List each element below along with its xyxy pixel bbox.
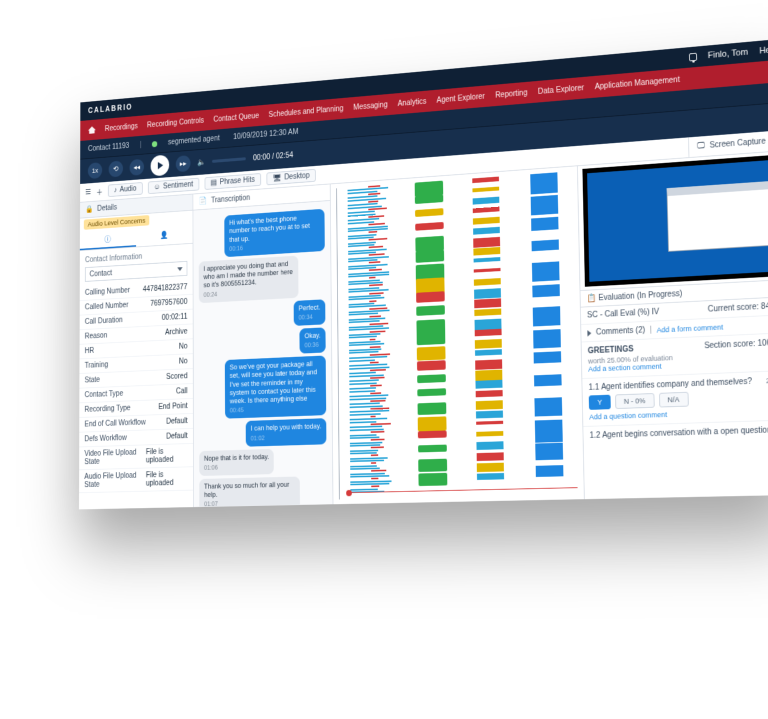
time-ruler (336, 188, 347, 500)
answer-no[interactable]: N - 0% (615, 393, 654, 409)
chevron-right-icon (587, 330, 591, 337)
detail-row: Audio File Upload StateFile is uploaded (79, 467, 193, 493)
message-cust[interactable]: Nope that is it for today.01:06 (199, 447, 326, 476)
message-cust[interactable]: Thank you so much for all your help.01:0… (199, 476, 327, 507)
presence-icon (152, 141, 157, 147)
answer-yes[interactable]: Y (589, 395, 611, 410)
evaluation-current-score: Current score: 84.56% (708, 301, 768, 314)
volume-slider[interactable] (212, 157, 246, 163)
tab-phrase-hits[interactable]: ▤ Phrase Hits (204, 173, 261, 190)
play-button[interactable] (151, 155, 170, 177)
main-area: 🔒 Details Audio Level Concerns ⓘ 👤 Conta… (79, 151, 768, 510)
nav-analytics[interactable]: Analytics (398, 97, 427, 108)
message-agent[interactable]: Hi what's the best phone number to reach… (199, 209, 325, 259)
nav-reporting[interactable]: Reporting (495, 88, 527, 99)
evaluation-form-name: SC - Call Eval (%) IV (587, 308, 659, 320)
rewind-button[interactable]: ◂◂ (130, 159, 144, 176)
lock-icon: 🔒 (85, 205, 93, 214)
panel-title-details: Details (97, 204, 117, 213)
clipboard-icon: 📋 (587, 294, 597, 303)
tab-sentiment[interactable]: ☺ Sentiment (148, 178, 199, 194)
lane-desktop (517, 171, 578, 495)
nav-data-explorer[interactable]: Data Explorer (538, 83, 584, 95)
nav-application-mgmt[interactable]: Application Management (595, 75, 680, 91)
details-sidebar: 🔒 Details Audio Level Concerns ⓘ 👤 Conta… (79, 194, 194, 509)
screen-capture-panel (578, 151, 768, 291)
forward-button[interactable]: ▸▸ (176, 155, 191, 172)
contact-date: 10/09/2019 12:30 AM (233, 128, 298, 142)
panel-title-transcription: Transcription (211, 194, 250, 205)
contact-id: Contact 11193 (88, 142, 129, 153)
agent-name[interactable]: segmented agent (168, 134, 220, 146)
hamburger-icon[interactable]: ☰ (85, 188, 91, 196)
lane-phrase-hits (459, 176, 518, 497)
add-form-comment[interactable]: Add a form comment (657, 323, 724, 334)
interaction-timeline[interactable] (331, 166, 585, 504)
brand-logo: CALABRIO (88, 103, 133, 115)
lane-audio-waveform (347, 184, 402, 499)
bell-icon[interactable] (689, 53, 697, 62)
message-agent[interactable]: Perfect.00:34 (199, 299, 326, 331)
screen-capture-video[interactable] (582, 154, 768, 287)
nav-agent-explorer[interactable]: Agent Explorer (436, 92, 484, 105)
message-cust[interactable]: I appreciate you doing that and who am I… (199, 254, 325, 303)
chevron-down-icon (177, 267, 182, 271)
screen-capture-title: Screen Capture (710, 137, 766, 150)
question-1-answers: Y N - 0% N/A (589, 388, 768, 410)
nav-schedules-planning[interactable]: Schedules and Planning (269, 104, 344, 119)
home-icon[interactable] (88, 126, 96, 134)
play-time: 00:00 / 02:54 (253, 151, 293, 162)
answer-na[interactable]: N/A (659, 392, 689, 408)
speed-button[interactable]: 1x (88, 162, 102, 179)
screen-capture-icon: 🖵 (697, 142, 705, 151)
tab-audio[interactable]: ♪ Audio (108, 182, 142, 197)
detail-row: Video File Upload StateFile is uploaded (79, 444, 193, 470)
message-agent[interactable]: So we've got your package all set, will … (199, 356, 326, 420)
tab-desktop[interactable]: 🖥 Desktop (266, 169, 316, 185)
question-2-text: 1.2 Agent begins conversation with a ope… (590, 426, 768, 441)
skip-back-button[interactable]: ⟲ (109, 160, 123, 177)
nav-recordings[interactable]: Recordings (105, 122, 138, 133)
detail-list: Calling Number447841822377Called Number7… (79, 280, 193, 493)
panel-title-evaluation: Evaluation (In Progress) (598, 289, 682, 302)
add-view-icon[interactable]: ＋ (96, 186, 103, 197)
transcript-thread[interactable]: Hi what's the best phone number to reach… (193, 201, 332, 507)
user-name[interactable]: Finlo, Tom (708, 47, 748, 60)
evaluation-body: SC - Call Eval (%) IV Current score: 84.… (581, 297, 768, 500)
help-link[interactable]: Help (759, 45, 768, 56)
nav-contact-queue[interactable]: Contact Queue (213, 112, 259, 124)
transcript-icon: 📄 (199, 197, 207, 206)
nav-messaging[interactable]: Messaging (353, 100, 387, 111)
transcription-panel: 📄 Transcription Hi what's the best phone… (193, 184, 333, 507)
nav-recording-controls[interactable]: Recording Controls (147, 116, 204, 129)
volume-icon[interactable]: 🔈 (197, 158, 205, 167)
message-agent[interactable]: Okay.00:36 (199, 327, 326, 358)
right-column: 📋 Evaluation (In Progress) SC - Call Eva… (578, 151, 768, 500)
message-agent[interactable]: I can help you with today.01:02 (199, 418, 326, 447)
app-window: CALABRIO Finlo, Tom Help Recordings Reco… (79, 38, 768, 509)
lane-sentiment (403, 180, 460, 498)
section-name: GREETINGS (588, 345, 634, 356)
